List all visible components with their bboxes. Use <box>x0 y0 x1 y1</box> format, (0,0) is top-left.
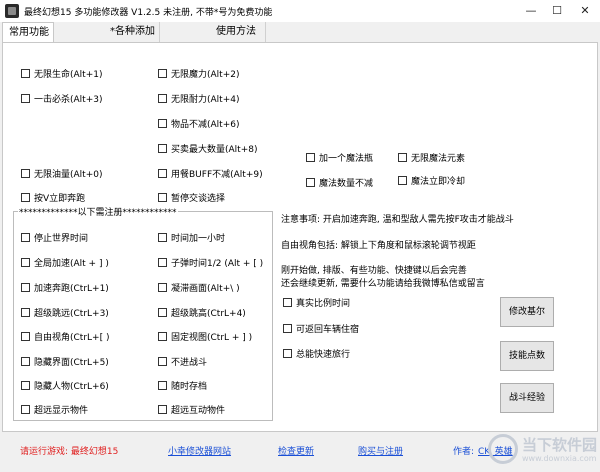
checkbox-icon <box>158 405 167 414</box>
checkbox-icon <box>21 193 30 202</box>
option-infinite-stamina[interactable]: 无限耐力(Alt+4) <box>158 94 239 107</box>
option-return-vehicle-rest[interactable]: 可返回车辆住宿 <box>283 324 359 337</box>
checkbox-icon <box>21 381 30 390</box>
checkbox-icon <box>21 357 30 366</box>
tab-additions[interactable]: *各种添加 <box>104 22 160 42</box>
reg-option[interactable]: 超级跳远(CtrL+3) <box>21 308 109 321</box>
option-infinite-life[interactable]: 无限生命(Alt+1) <box>21 69 102 82</box>
registered-group-title: *************以下需注册************ <box>18 205 178 218</box>
option-real-time-scale[interactable]: 真实比例时间 <box>283 298 350 311</box>
reg-option[interactable]: 隐藏人物(CtrL+6) <box>21 381 109 394</box>
note-update: 还会继续更新, 需要什么功能请给我微博私信或留言 <box>281 279 485 289</box>
checkbox-icon <box>21 94 30 103</box>
reg-option[interactable]: 超远互动物件 <box>158 405 225 418</box>
option-add-magic-flask[interactable]: 加一个魔法瓶 <box>306 153 373 166</box>
buy-register-link[interactable]: 购买与注册 <box>358 444 403 457</box>
option-fast-travel[interactable]: 总能快速旅行 <box>283 349 350 362</box>
checkbox-icon <box>283 324 292 333</box>
checkbox-icon <box>158 308 167 317</box>
checkbox-icon <box>21 283 30 292</box>
watermark-url: www.downxia.com <box>522 454 597 463</box>
minimize-icon[interactable]: — <box>520 2 542 20</box>
watermark-brand: 当下软件园 <box>522 436 598 454</box>
tab-common[interactable]: 常用功能 <box>2 22 54 43</box>
checkbox-icon <box>158 332 167 341</box>
author-label: 作者: <box>453 447 475 457</box>
option-max-trade[interactable]: 买卖最大数量(Alt+8) <box>158 144 257 157</box>
reg-option[interactable]: 全局加速(Alt + ] ) <box>21 258 109 271</box>
reg-option[interactable]: 自由视角(CtrL+[ ) <box>21 332 109 345</box>
reg-option[interactable]: 隐藏界面(CtrL+5) <box>21 357 109 370</box>
maximize-icon[interactable]: ☐ <box>546 2 568 20</box>
checkbox-icon <box>158 169 167 178</box>
app-icon <box>5 4 19 18</box>
reg-option[interactable]: 固定视图(CtrL + ] ) <box>158 332 252 345</box>
option-magic-instant-cooldown[interactable]: 魔法立即冷却 <box>398 176 465 189</box>
check-update-link[interactable]: 检查更新 <box>278 444 314 457</box>
checkbox-icon <box>283 298 292 307</box>
reg-option[interactable]: 不进战斗 <box>158 357 207 370</box>
checkbox-icon <box>21 308 30 317</box>
status-text: 请运行游戏: 最终幻想15 <box>20 447 119 457</box>
checkbox-icon <box>21 233 30 242</box>
close-icon[interactable]: ✕ <box>574 2 596 20</box>
reg-option[interactable]: 时间加一小时 <box>158 233 225 246</box>
option-one-hit-kill[interactable]: 一击必杀(Alt+3) <box>21 94 102 107</box>
option-infinite-mana[interactable]: 无限魔力(Alt+2) <box>158 69 239 82</box>
checkbox-icon <box>158 119 167 128</box>
skill-points-button[interactable]: 技能点数 <box>500 341 554 371</box>
checkbox-icon <box>158 357 167 366</box>
reg-option[interactable]: 随时存档 <box>158 381 207 394</box>
checkbox-icon <box>306 178 315 187</box>
watermark: 当下软件园 www.downxia.com <box>488 430 598 470</box>
tab-usage[interactable]: 使用方法 <box>210 22 266 42</box>
site-link[interactable]: 小幸修改器网站 <box>168 444 231 457</box>
tab-bar: 常用功能 *各种添加 使用方法 <box>0 22 600 43</box>
option-meal-buff[interactable]: 用餐BUFF不减(Alt+9) <box>158 169 263 182</box>
checkbox-icon <box>283 349 292 358</box>
reg-option[interactable]: 凝滞画面(Alt+\ ) <box>158 283 240 296</box>
note-wip: 刚开始做, 排版、有些功能、快捷键以后会完善 <box>281 266 467 276</box>
checkbox-icon <box>158 381 167 390</box>
modify-gil-button[interactable]: 修改基尔 <box>500 297 554 327</box>
checkbox-icon <box>158 283 167 292</box>
option-items-no-decrease[interactable]: 物品不减(Alt+6) <box>158 119 239 132</box>
checkbox-icon <box>21 169 30 178</box>
note-caution: 注意事项: 开启加速奔跑, 温和型敌人需先按F攻击才能战斗 <box>281 215 514 225</box>
checkbox-icon <box>158 94 167 103</box>
option-infinite-magic-element[interactable]: 无限魔法元素 <box>398 153 465 166</box>
option-magic-no-decrease[interactable]: 魔法数量不减 <box>306 178 373 191</box>
reg-option[interactable]: 子弹时间1/2 (Alt + [ ) <box>158 258 263 271</box>
reg-option[interactable]: 超远显示物件 <box>21 405 88 418</box>
reg-option[interactable]: 超级跳高(CtrL+4) <box>158 308 246 321</box>
checkbox-icon <box>21 405 30 414</box>
checkbox-icon <box>21 332 30 341</box>
watermark-logo-icon <box>488 434 518 464</box>
checkbox-icon <box>398 176 407 185</box>
reg-option[interactable]: 加速奔跑(CtrL+1) <box>21 283 109 296</box>
checkbox-icon <box>158 258 167 267</box>
checkbox-icon <box>158 233 167 242</box>
reg-option[interactable]: 停止世界时间 <box>21 233 88 246</box>
battle-exp-button[interactable]: 战斗经验 <box>500 383 554 413</box>
title-bar: 最终幻想15 多功能修改器 V1.2.5 未注册, 不带*号为免费功能 — ☐ … <box>0 0 600 22</box>
window-title: 最终幻想15 多功能修改器 V1.2.5 未注册, 不带*号为免费功能 <box>24 8 273 18</box>
option-infinite-fuel[interactable]: 无限油量(Alt+0) <box>21 169 102 182</box>
note-free-view: 自由视角包括: 解锁上下角度和鼠标滚轮调节视距 <box>281 241 476 251</box>
checkbox-icon <box>306 153 315 162</box>
checkbox-icon <box>21 69 30 78</box>
checkbox-icon <box>158 193 167 202</box>
checkbox-icon <box>398 153 407 162</box>
checkbox-icon <box>21 258 30 267</box>
checkbox-icon <box>158 69 167 78</box>
checkbox-icon <box>158 144 167 153</box>
